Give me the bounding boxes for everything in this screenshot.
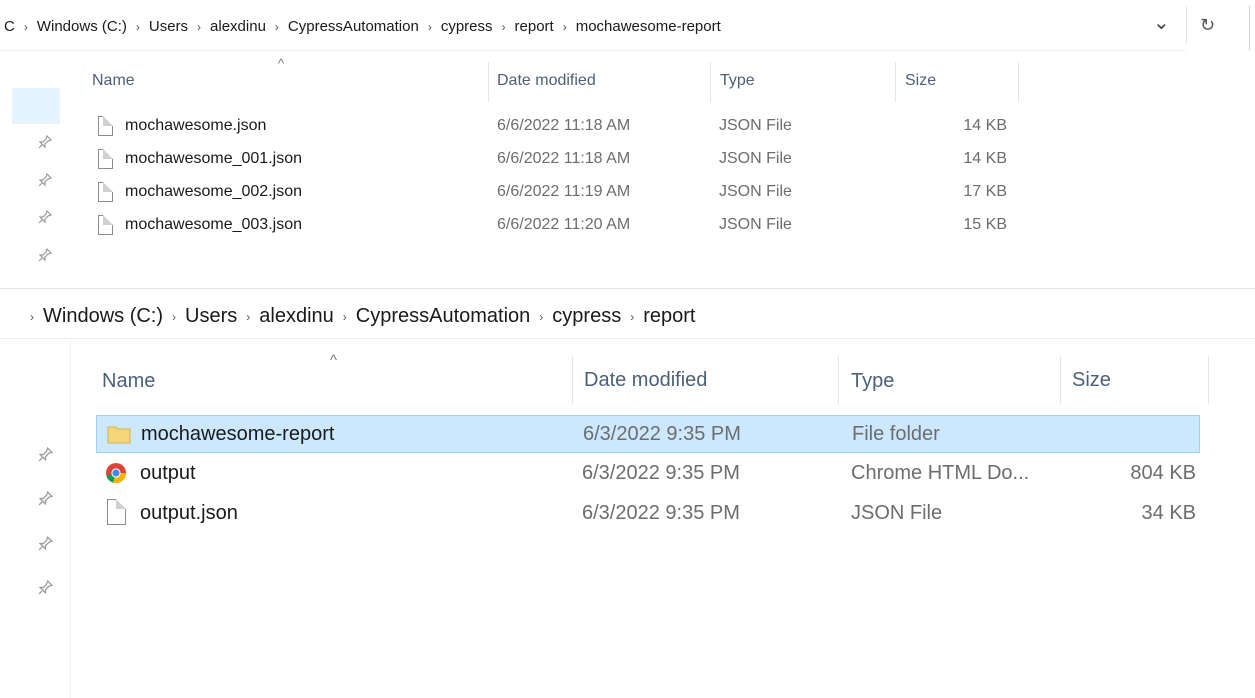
file-icon [98,149,113,169]
breadcrumb-item-users[interactable]: Users [185,305,237,328]
file-row[interactable]: mochawesome_003.json 6/6/2022 11:20 AM J… [92,211,1022,241]
breadcrumb-item-alexdinu[interactable]: alexdinu [259,305,334,328]
file-type: JSON File [719,183,792,200]
breadcrumb-item-mochawesome-report[interactable]: mochawesome-report [576,18,721,35]
file-date-modified: 6/6/2022 11:20 AM [497,216,631,233]
breadcrumb-item-report[interactable]: report [515,18,554,35]
breadcrumb-item-drive-fragment[interactable]: C [4,18,15,35]
chevron-right-icon: › [172,309,177,324]
chevron-right-icon: › [30,309,34,324]
chevron-right-icon: › [342,309,347,324]
column-header-date-modified[interactable]: Date modified [497,72,596,90]
file-size: 804 KB [1130,462,1196,484]
breadcrumb-item-cypress[interactable]: cypress [441,18,493,35]
file-icon [107,499,126,525]
breadcrumb-item-windows[interactable]: Windows (C:) [37,18,127,35]
chevron-right-icon: › [23,19,28,34]
chrome-icon [105,462,127,484]
breadcrumb-item-cypress[interactable]: cypress [552,305,621,328]
file-row[interactable]: mochawesome_002.json 6/6/2022 11:19 AM J… [92,178,1022,208]
pin-icon [38,446,54,467]
folder-type: File folder [852,423,940,445]
file-date-modified: 6/6/2022 11:18 AM [497,117,631,134]
file-size: 14 KB [963,117,1007,134]
chevron-right-icon: › [562,19,567,34]
column-header-type[interactable]: Type [720,72,755,90]
file-icon [98,116,113,136]
pin-icon [38,490,54,511]
file-date-modified: 6/6/2022 11:18 AM [497,150,631,167]
file-date-modified: 6/3/2022 9:35 PM [582,502,740,524]
file-row[interactable]: output 6/3/2022 9:35 PM Chrome HTML Do..… [96,456,1200,492]
refresh-icon[interactable]: ↻ [1200,15,1215,36]
file-name: mochawesome.json [125,117,267,134]
file-icon [98,182,113,202]
file-type: JSON File [719,117,792,134]
chevron-right-icon: › [539,309,544,324]
file-size: 15 KB [963,216,1007,233]
nav-pane-selected-item[interactable] [12,88,60,124]
folder-name: mochawesome-report [141,423,335,445]
file-size: 17 KB [963,183,1007,200]
file-size: 14 KB [963,150,1007,167]
file-size: 34 KB [1141,502,1196,524]
chevron-down-icon[interactable]: ⌄ [1153,10,1170,35]
sort-ascending-icon: ^ [278,56,285,71]
file-name: output [140,462,196,484]
breadcrumb-item-users[interactable]: Users [149,18,188,35]
column-header-size[interactable]: Size [1072,369,1111,392]
window-divider [0,288,1255,289]
pin-icon [38,247,53,267]
file-type: JSON File [851,502,943,524]
pin-icon [38,535,54,556]
chevron-right-icon: › [274,19,279,34]
sort-ascending-icon: ^ [330,352,338,369]
pin-icon [38,579,54,600]
chevron-right-icon: › [197,19,202,34]
bottom-address-bar[interactable]: › Windows (C:) › Users › alexdinu › Cypr… [0,298,1255,339]
column-header-size[interactable]: Size [905,72,936,90]
breadcrumb-item-windows[interactable]: Windows (C:) [43,305,163,328]
folder-row-selected[interactable]: mochawesome-report 6/3/2022 9:35 PM File… [96,415,1200,453]
pin-icon [38,134,53,154]
file-name: mochawesome_003.json [125,216,302,233]
file-type: Chrome HTML Do... [851,462,1030,484]
chevron-right-icon: › [427,19,432,34]
column-header-date-modified[interactable]: Date modified [584,369,707,392]
column-header-type[interactable]: Type [851,370,894,393]
breadcrumb-item-alexdinu[interactable]: alexdinu [210,18,266,35]
file-type: JSON File [719,216,792,233]
folder-icon [107,424,131,444]
chevron-right-icon: › [630,309,635,324]
file-name: mochawesome_002.json [125,183,302,200]
chevron-right-icon: › [135,19,140,34]
column-header-name[interactable]: Name [92,72,135,90]
file-row[interactable]: output.json 6/3/2022 9:35 PM JSON File 3… [96,496,1200,532]
file-date-modified: 6/6/2022 11:19 AM [497,183,631,200]
pin-icon [38,209,53,229]
breadcrumb-item-cypressautomation[interactable]: CypressAutomation [288,18,419,35]
file-row[interactable]: mochawesome_001.json 6/6/2022 11:18 AM J… [92,145,1022,175]
file-name: mochawesome_001.json [125,150,302,167]
chevron-right-icon: › [246,309,251,324]
file-date-modified: 6/3/2022 9:35 PM [582,462,740,484]
file-type: JSON File [719,150,792,167]
breadcrumb-item-cypressautomation[interactable]: CypressAutomation [356,305,531,328]
file-icon [98,215,113,235]
folder-date-modified: 6/3/2022 9:35 PM [583,423,741,445]
file-name: output.json [140,502,238,524]
column-header-name[interactable]: Name [102,370,155,393]
breadcrumb-item-report[interactable]: report [643,305,695,328]
chevron-right-icon: › [501,19,506,34]
pin-icon [38,172,53,192]
file-row[interactable]: mochawesome.json 6/6/2022 11:18 AM JSON … [92,112,1022,142]
top-address-bar[interactable]: C › Windows (C:) › Users › alexdinu › Cy… [0,6,1186,51]
